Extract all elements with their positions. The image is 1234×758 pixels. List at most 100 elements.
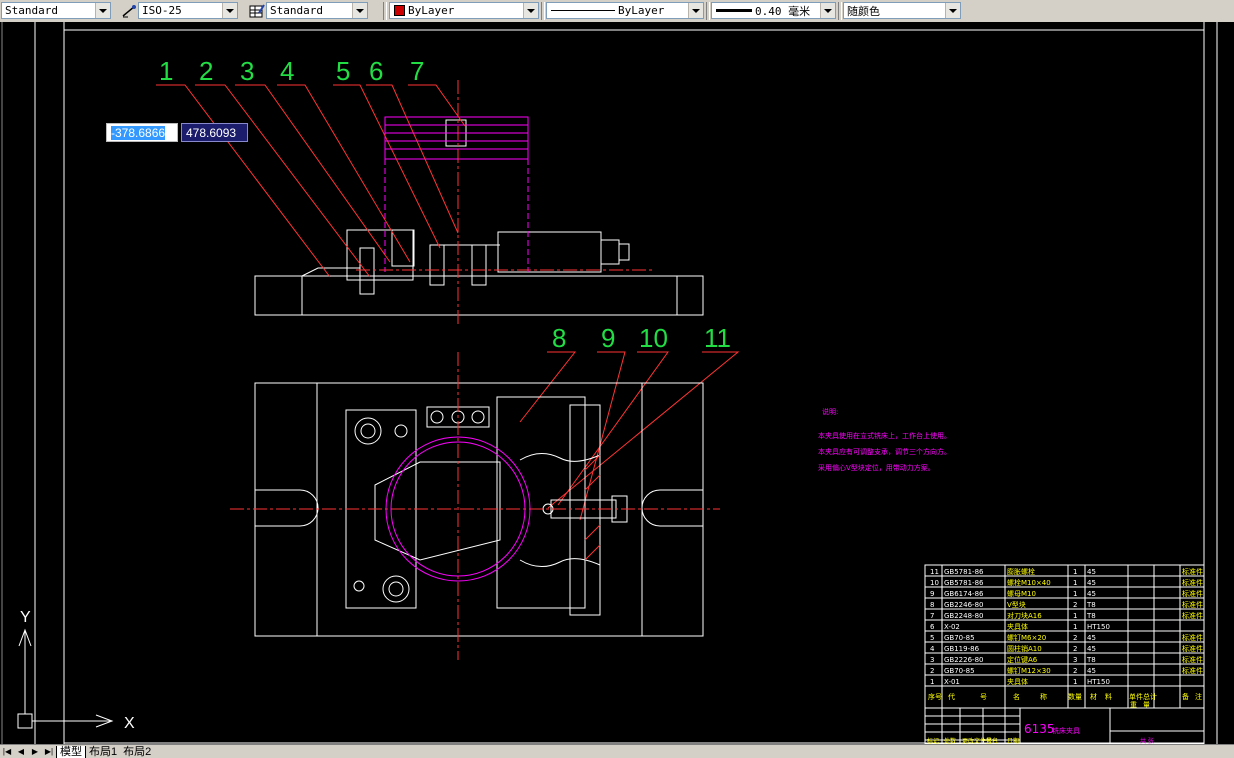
lineweight-combo[interactable]: 0.40 毫米	[711, 2, 836, 19]
bom-cell: 8	[930, 601, 934, 609]
balloon-3[interactable]: 3	[240, 56, 254, 86]
bom-cell: GB70-85	[944, 634, 975, 642]
tab-layout1[interactable]: 布局1	[86, 746, 120, 758]
next-tab-icon[interactable]: ▶	[28, 746, 42, 758]
dimension-style-icon[interactable]	[120, 2, 138, 20]
title-block-footer: 标记	[927, 737, 939, 744]
bom-cell: 标准件	[1182, 600, 1203, 609]
bom-cell: 夹具体	[1007, 622, 1028, 631]
bom-cell: 定位键A6	[1007, 655, 1038, 664]
bom-cell: 10	[930, 579, 939, 587]
bom-cell: 对刀块A16	[1007, 611, 1042, 620]
balloon-5[interactable]: 5	[336, 56, 350, 86]
toolbar-separator	[838, 2, 842, 20]
coordinate-y-input[interactable]: 478.6093	[181, 123, 248, 142]
bom-cell: 1	[1073, 623, 1077, 631]
bom-cell: HT150	[1087, 623, 1110, 631]
bom-cell: 7	[930, 612, 934, 620]
prev-tab-icon[interactable]: ◀	[14, 746, 28, 758]
bom-cell: 标准件	[1182, 567, 1203, 576]
bom-cell: GB5781-86	[944, 579, 984, 587]
dim-style-combo[interactable]: ISO-25	[138, 2, 238, 19]
notes-line-1: 本夹具使用在立式铣床上，工作台上使用。	[818, 431, 951, 440]
bom-header-cell: 材	[1090, 692, 1097, 701]
linetype-combo[interactable]: ByLayer	[546, 2, 704, 19]
chevron-down-icon[interactable]	[820, 3, 835, 18]
title-block-sheet: 共 张	[1140, 737, 1154, 744]
bom-cell: X-01	[944, 678, 960, 686]
balloon-1[interactable]: 1	[159, 56, 173, 86]
chevron-down-icon[interactable]	[222, 3, 237, 18]
balloon-4[interactable]: 4	[280, 56, 294, 86]
bom-header-cell: 总计	[1143, 692, 1157, 701]
bom-cell: T8	[1086, 656, 1096, 664]
tab-model[interactable]: 模型	[56, 745, 86, 758]
bom-cell: 2	[1073, 601, 1077, 609]
balloon-10[interactable]: 10	[639, 323, 668, 353]
chevron-down-icon[interactable]	[95, 3, 110, 18]
bom-cell: GB2226-80	[944, 656, 983, 664]
linetype-value: ByLayer	[618, 4, 665, 17]
bom-header-cell: 序号	[928, 692, 942, 701]
bom-cell: 1	[1073, 678, 1077, 686]
bom-cell: 标准件	[1182, 578, 1203, 587]
table-style-combo[interactable]: Standard	[266, 2, 368, 19]
bom-cell: T8	[1086, 612, 1096, 620]
drawing-subtitle: 铣床夹具	[1052, 726, 1080, 735]
chevron-down-icon[interactable]	[352, 3, 367, 18]
color-combo[interactable]: ByLayer	[389, 2, 539, 19]
text-style-combo[interactable]: Standard	[1, 2, 111, 19]
bom-cell: 1	[1073, 612, 1077, 620]
bom-cell: 3	[930, 656, 934, 664]
coordinate-x-input[interactable]: -378.6866	[106, 123, 178, 142]
bom-cell: 夹具体	[1007, 677, 1028, 686]
balloon-2[interactable]: 2	[199, 56, 213, 86]
toolbar-separator	[383, 2, 387, 20]
bom-cell: 标准件	[1182, 644, 1203, 653]
bom-cell: 标准件	[1182, 666, 1203, 675]
title-block-footer: 处数	[944, 737, 956, 744]
bom-header-cell: 称	[1040, 692, 1047, 701]
bom-cell: 1	[930, 678, 934, 686]
bom-cell: 4	[930, 645, 935, 653]
bom-cell: 45	[1087, 568, 1096, 576]
bom-cell: GB2248-80	[944, 612, 983, 620]
tab-layout2[interactable]: 布局2	[120, 746, 154, 758]
bom-cell: 2	[1073, 645, 1077, 653]
drawing-name: 6135	[1024, 722, 1055, 736]
plot-style-combo[interactable]: 随颜色	[843, 2, 961, 19]
last-tab-icon[interactable]: ▶|	[42, 746, 56, 758]
coordinate-y-value: 478.6093	[186, 125, 237, 140]
bom-header-cell: 注	[1195, 692, 1202, 701]
balloon-6[interactable]: 6	[369, 56, 383, 86]
bom-cell: 6	[930, 623, 935, 631]
color-value: ByLayer	[408, 4, 455, 17]
bom-cell: 螺母M10	[1007, 589, 1036, 598]
lineweight-sample	[716, 9, 752, 12]
bom-cell: GB6174-86	[944, 590, 984, 598]
balloon-11[interactable]: 11	[704, 323, 731, 353]
bom-header-cell: 料	[1105, 692, 1112, 701]
first-tab-icon[interactable]: |◀	[0, 746, 14, 758]
chevron-down-icon[interactable]	[688, 3, 703, 18]
balloon-7[interactable]: 7	[410, 56, 424, 86]
bom-cell: 5	[930, 634, 934, 642]
chevron-down-icon[interactable]	[523, 3, 538, 18]
table-style-icon[interactable]	[248, 2, 266, 20]
table-style-value: Standard	[270, 4, 323, 17]
bom-cell: T8	[1086, 601, 1096, 609]
balloon-8[interactable]: 8	[552, 323, 566, 353]
bom-cell: 11	[930, 568, 939, 576]
balloon-9[interactable]: 9	[601, 323, 615, 353]
bom-cell: GB70-85	[944, 667, 975, 675]
bom-cell: GB119-86	[944, 645, 980, 653]
layout-tabs: |◀ ◀ ▶ ▶| 模型 布局1 布局2	[0, 744, 1234, 758]
bom-header-cell: 名	[1013, 692, 1020, 701]
chevron-down-icon[interactable]	[945, 3, 960, 18]
bom-cell: 3	[1073, 656, 1077, 664]
layer-color-swatch	[394, 5, 405, 16]
bom-cell: X-02	[944, 623, 960, 631]
title-block-footer: 签名	[986, 737, 998, 744]
notes-line-3: 采用偏心V型块定位，用带动力方案。	[818, 463, 935, 472]
bom-cell: 45	[1087, 645, 1096, 653]
